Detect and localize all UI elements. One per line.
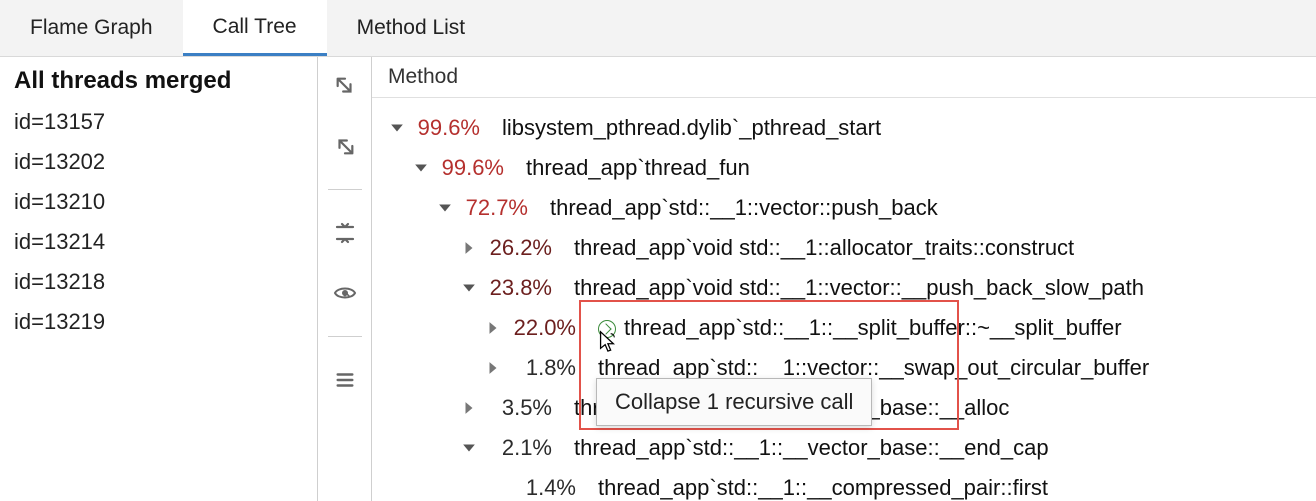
percentage-value: 22.0% (504, 315, 592, 341)
chevron-down-icon[interactable] (458, 441, 480, 455)
chevron-right-icon[interactable] (482, 361, 504, 375)
tree-row[interactable]: 72.7%thread_app`std::__1::vector::push_b… (372, 188, 1316, 228)
call-tree-pane: Method 99.6%libsystem_pthread.dylib`_pth… (372, 57, 1316, 501)
method-label: thread_app`std::__1::vector::push_back (544, 195, 938, 221)
percentage-value: 26.2% (480, 235, 568, 261)
chevron-down-icon[interactable] (458, 281, 480, 295)
tree-row[interactable]: 99.6%thread_app`thread_fun (372, 148, 1316, 188)
method-label: thread_app`void std::__1::allocator_trai… (568, 235, 1074, 261)
collapse-up-icon[interactable] (328, 129, 362, 163)
percentage-value: 2.1% (480, 435, 568, 461)
thread-item[interactable]: id=13218 (14, 269, 301, 295)
tree-row[interactable]: 26.2%thread_app`void std::__1::allocator… (372, 228, 1316, 268)
main-area: All threads merged id=13157 id=13202 id=… (0, 57, 1316, 501)
tree-body: 99.6%libsystem_pthread.dylib`_pthread_st… (372, 98, 1316, 501)
method-label: thread_app`std::__1::__compressed_pair::… (592, 475, 1048, 501)
tree-row[interactable]: 2.1%thread_app`std::__1::__vector_base::… (372, 428, 1316, 468)
method-label: thread_app`std::__1::__vector_base::__en… (568, 435, 1049, 461)
list-icon[interactable] (328, 363, 362, 397)
method-label: thread_app`void std::__1::vector::__push… (568, 275, 1144, 301)
chevron-right-icon[interactable] (482, 321, 504, 335)
chevron-right-icon[interactable] (458, 241, 480, 255)
percentage-value: 3.5% (480, 395, 568, 421)
tree-row[interactable]: 99.6%libsystem_pthread.dylib`_pthread_st… (372, 108, 1316, 148)
toolbar-separator (328, 189, 362, 190)
thread-panel: All threads merged id=13157 id=13202 id=… (0, 57, 318, 501)
toolbar-separator (328, 336, 362, 337)
column-header-method[interactable]: Method (372, 57, 1316, 98)
tree-row[interactable]: 1.4%thread_app`std::__1::__compressed_pa… (372, 468, 1316, 501)
tab-flame-graph[interactable]: Flame Graph (0, 0, 183, 56)
chevron-down-icon[interactable] (410, 161, 432, 175)
eye-icon[interactable] (328, 276, 362, 310)
stack-collapse-icon[interactable] (328, 216, 362, 250)
method-label: thread_app`thread_fun (520, 155, 750, 181)
method-label: libsystem_pthread.dylib`_pthread_start (496, 115, 881, 141)
thread-item[interactable]: id=13219 (14, 309, 301, 335)
expand-down-icon[interactable] (328, 69, 362, 103)
tree-row[interactable]: 22.0%thread_app`std::__1::__split_buffer… (372, 308, 1316, 348)
recursive-call-icon[interactable] (598, 320, 616, 338)
percentage-value: 99.6% (432, 155, 520, 181)
tab-call-tree[interactable]: Call Tree (183, 0, 327, 56)
vertical-toolbar (318, 57, 372, 501)
thread-item[interactable]: id=13202 (14, 149, 301, 175)
method-label: thread_app`std::__1::__split_buffer::~__… (592, 315, 1122, 341)
threads-title[interactable]: All threads merged (14, 67, 301, 95)
percentage-value: 99.6% (408, 115, 496, 141)
thread-item[interactable]: id=13210 (14, 189, 301, 215)
chevron-down-icon[interactable] (386, 121, 408, 135)
chevron-down-icon[interactable] (434, 201, 456, 215)
thread-item[interactable]: id=13157 (14, 109, 301, 135)
percentage-value: 72.7% (456, 195, 544, 221)
percentage-value: 1.8% (504, 355, 592, 381)
recursive-tooltip[interactable]: Collapse 1 recursive call (596, 378, 872, 426)
chevron-right-icon[interactable] (458, 401, 480, 415)
tab-bar: Flame Graph Call Tree Method List (0, 0, 1316, 57)
percentage-value: 23.8% (480, 275, 568, 301)
percentage-value: 1.4% (504, 475, 592, 501)
tab-method-list[interactable]: Method List (327, 0, 496, 56)
tree-row[interactable]: 23.8%thread_app`void std::__1::vector::_… (372, 268, 1316, 308)
thread-item[interactable]: id=13214 (14, 229, 301, 255)
